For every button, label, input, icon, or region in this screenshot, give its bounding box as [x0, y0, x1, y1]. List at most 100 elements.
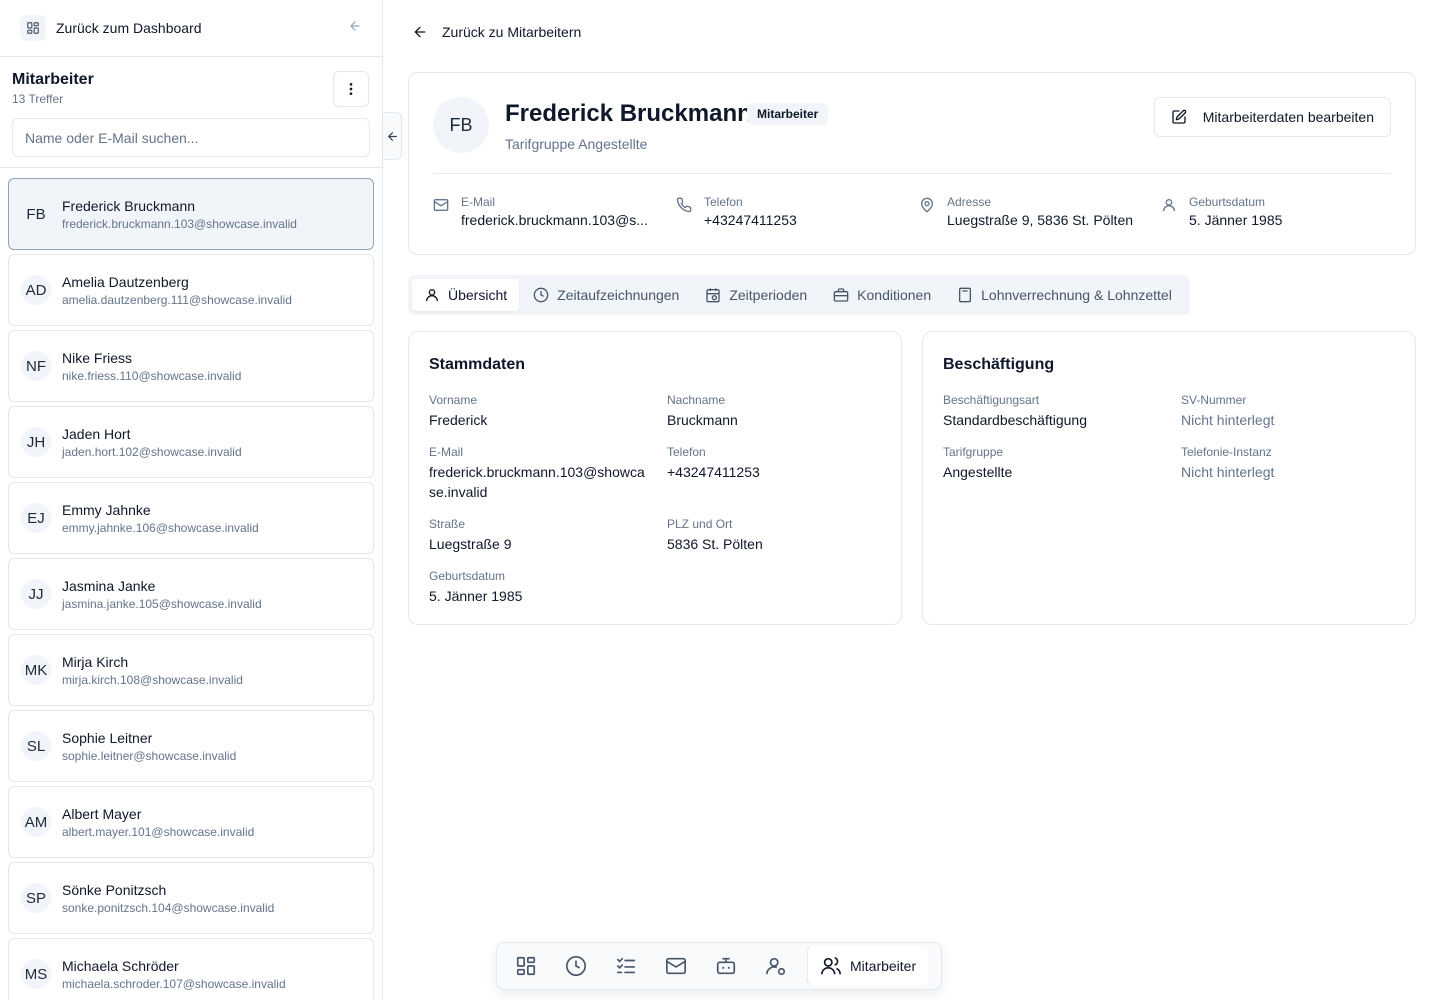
back-to-dashboard-label: Zurück zum Dashboard — [56, 20, 202, 36]
field-label: Vorname — [429, 393, 478, 407]
tab-label: Lohnverrechnung & Lohnzettel — [981, 287, 1172, 303]
employee-name: Michaela Schröder — [62, 957, 179, 974]
field-value: Nicht hinterlegt — [1181, 412, 1275, 428]
employee-email: michaela.schroder.107@showcase.invalid — [62, 976, 286, 991]
birthdate-value: 5. Jänner 1985 — [1189, 212, 1283, 228]
bot-icon — [716, 957, 736, 975]
checklist-icon — [616, 957, 636, 974]
phone-icon — [676, 197, 692, 228]
employee-name-heading: Frederick Bruckmann — [505, 100, 752, 127]
arrow-left-icon — [387, 131, 397, 141]
field-label: SV-Nummer — [1181, 393, 1247, 407]
users-icon — [821, 957, 841, 975]
list-item[interactable]: SP Sönke Ponitzsch sonke.ponitzsch.104@sh… — [8, 862, 374, 934]
tab-time-records[interactable]: Zeitaufzeichnungen — [521, 279, 691, 311]
dock-time-button[interactable] — [551, 946, 601, 986]
field-value: frederick.bruckmann.103@showcase.invalid — [429, 464, 645, 500]
dashboard-icon — [20, 15, 46, 41]
tab-overview[interactable]: Übersicht — [412, 279, 520, 311]
address-label: Adresse — [947, 195, 992, 209]
employee-name: Sophie Leitner — [62, 729, 153, 746]
more-vertical-icon — [349, 83, 353, 95]
employee-name: Nike Friess — [62, 349, 133, 366]
employee-name: Albert Mayer — [62, 805, 142, 822]
dock-user-settings-button[interactable] — [751, 946, 801, 986]
divider — [433, 173, 1391, 174]
field-sv-number: SV-Nummer Nicht hinterlegt — [1181, 393, 1401, 430]
phone-value: +43247411253 — [704, 212, 797, 228]
arrow-left-icon — [414, 26, 426, 38]
dock-employees-button[interactable]: Mitarbeiter — [807, 946, 929, 986]
more-options-button[interactable] — [333, 71, 369, 107]
field-employment-type: Beschäftigungsart Standardbeschäftigung — [943, 393, 1163, 430]
field-value: Luegstraße 9 — [429, 536, 512, 552]
edit-employee-button[interactable]: Mitarbeiterdaten bearbeiten — [1153, 97, 1391, 137]
employee-email: nike.friess.110@showcase.invalid — [62, 368, 242, 383]
list-item[interactable]: JJ Jasmina Janke jasmina.janke.105@showca… — [8, 558, 374, 630]
field-value: Angestellte — [943, 464, 1013, 480]
field-value: 5. Jänner 1985 — [429, 588, 523, 604]
collapse-sidebar-button[interactable] — [383, 112, 402, 160]
dashboard-icon — [516, 956, 536, 976]
edit-icon — [1172, 109, 1187, 124]
employee-email: emmy.jahnke.106@showcase.invalid — [62, 520, 259, 535]
result-count: 13 Treffer — [12, 92, 64, 106]
employee-name: Frederick Bruckmann — [62, 197, 196, 214]
employee-sidebar: Zurück zum Dashboard Mitarbeiter 13 Tref… — [0, 0, 383, 1000]
tab-label: Konditionen — [857, 287, 932, 303]
email-label: E-Mail — [461, 195, 496, 209]
field-email: E-Mail frederick.bruckmann.103@showcase.i… — [429, 445, 649, 502]
list-item[interactable]: FB Frederick Bruckmann frederick.bruckman… — [8, 178, 374, 250]
list-item[interactable]: SL Sophie Leitner sophie.leitner@showcase… — [8, 710, 374, 782]
employment-card: Beschäftigung Beschäftigungsart Standardb… — [922, 331, 1416, 625]
bottom-dock: Mitarbeiter — [496, 942, 942, 990]
master-data-card: Stammdaten Vorname Frederick Nachname Bruc… — [408, 331, 902, 625]
field-value: Standardbeschäftigung — [943, 412, 1087, 428]
user-icon — [1161, 197, 1177, 228]
avatar: JJ — [21, 579, 51, 609]
detail-tabs: Übersicht Zeitaufzeichnungen Zeitperiode… — [408, 275, 1190, 315]
field-zip-city: PLZ und Ort 5836 St. Pölten — [667, 517, 887, 554]
list-item[interactable]: JH Jaden Hort jaden.hort.102@showcase.inv… — [8, 406, 374, 478]
briefcase-icon — [833, 288, 849, 302]
employee-name: Sönke Ponitzsch — [62, 881, 167, 898]
tab-time-periods[interactable]: Zeitperioden — [693, 279, 819, 311]
field-label: Beschäftigungsart — [943, 393, 1040, 407]
arrow-left-icon[interactable] — [348, 19, 362, 38]
dock-dashboard-button[interactable] — [501, 946, 551, 986]
edit-employee-label: Mitarbeiterdaten bearbeiten — [1202, 109, 1374, 125]
tariff-subtitle: Tarifgruppe Angestellte — [505, 136, 648, 152]
search-input[interactable] — [12, 118, 370, 157]
dock-tasks-button[interactable] — [601, 946, 651, 986]
list-item[interactable]: NF Nike Friess nike.friess.110@showcase.i… — [8, 330, 374, 402]
tab-payroll[interactable]: Lohnverrechnung & Lohnzettel — [945, 279, 1184, 311]
dock-bot-button[interactable] — [701, 946, 751, 986]
field-value: 5836 St. Pölten — [667, 536, 763, 552]
tab-conditions[interactable]: Konditionen — [821, 279, 943, 311]
clock-icon — [533, 287, 549, 303]
back-to-employees-link[interactable]: Zurück zu Mitarbeitern — [412, 24, 581, 40]
avatar: EJ — [21, 503, 51, 533]
list-item[interactable]: MS Michaela Schröder michaela.schroder.10… — [8, 938, 374, 1000]
card-title: Beschäftigung — [943, 356, 1055, 373]
field-phone: Telefon +43247411253 — [667, 445, 887, 482]
employee-email: mirja.kirch.108@showcase.invalid — [62, 672, 243, 687]
list-item[interactable]: AM Albert Mayer albert.mayer.101@showcase… — [8, 786, 374, 858]
field-last-name: Nachname Bruckmann — [667, 393, 887, 430]
back-to-dashboard[interactable]: Zurück zum Dashboard — [0, 0, 382, 57]
phone-label: Telefon — [704, 195, 743, 209]
list-item[interactable]: AD Amelia Dautzenberg amelia.dautzenberg.… — [8, 254, 374, 326]
tab-label: Übersicht — [448, 287, 508, 303]
employee-list: FB Frederick Bruckmann frederick.bruckman… — [8, 178, 374, 1000]
profile-card: FB Frederick Bruckmann Mitarbeiter Tarif… — [408, 72, 1416, 255]
field-tariff-group: Tarifgruppe Angestellte — [943, 445, 1163, 482]
card-title: Stammdaten — [429, 356, 526, 373]
dock-mail-button[interactable] — [651, 946, 701, 986]
employee-email: sonke.ponitzsch.104@showcase.invalid — [62, 900, 275, 915]
list-item[interactable]: MK Mirja Kirch mirja.kirch.108@showcase.i… — [8, 634, 374, 706]
list-item[interactable]: EJ Emmy Jahnke emmy.jahnke.106@showcase.i… — [8, 482, 374, 554]
avatar: FB — [433, 97, 489, 153]
field-birthdate: Geburtsdatum 5. Jänner 1985 — [429, 569, 649, 606]
avatar: NF — [21, 351, 51, 381]
field-label: Straße — [429, 517, 466, 531]
